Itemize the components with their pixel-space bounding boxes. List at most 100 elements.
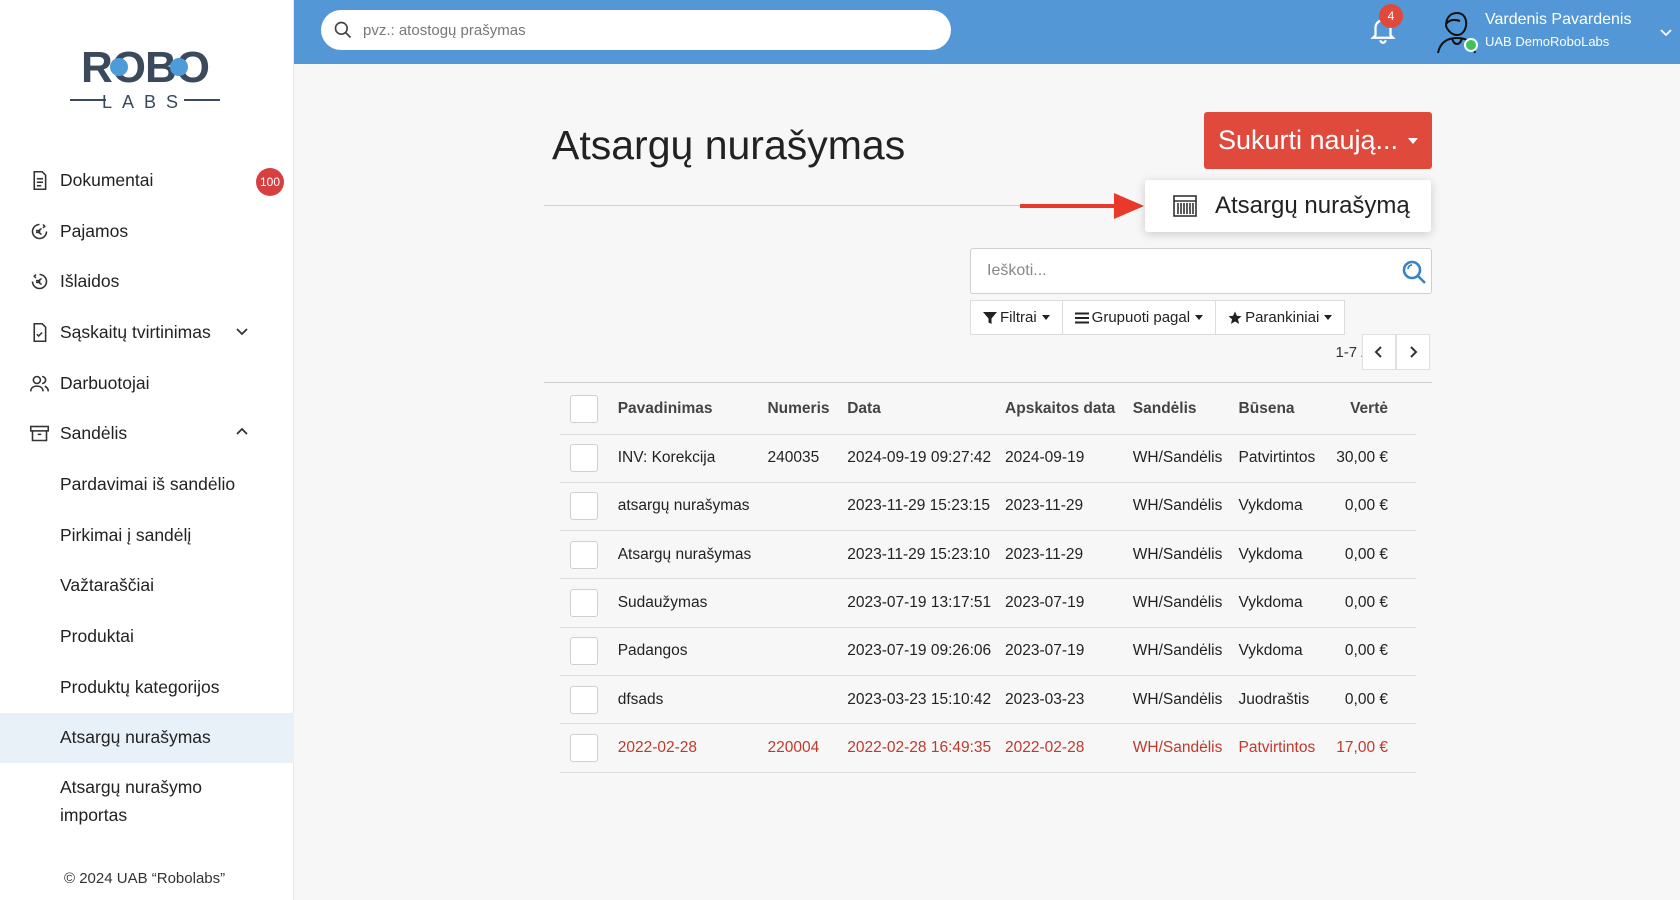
select-all-cell [560, 384, 618, 435]
sidebar-subitem-pardavimai[interactable]: Pardavimai iš sandėlio [0, 459, 294, 510]
chevron-right-icon [1410, 346, 1418, 358]
create-new-label: Sukurti naują... [1217, 125, 1399, 155]
sidebar-subitem-label: Atsargų nurašymo importas [60, 777, 203, 826]
dropdown-item-label: Atsargų nurašymą [1215, 192, 1410, 219]
sidebar-subitem-vaztarasciai[interactable]: Važtaraščiai [0, 561, 294, 612]
row-checkbox[interactable] [570, 589, 598, 618]
pager-next-button[interactable] [1396, 334, 1430, 370]
user-name[interactable]: Vardenis Pavardenis [1485, 11, 1631, 29]
table-cell: Vykdoma [1238, 482, 1337, 532]
sidebar-subitem-produktu-kategorijos[interactable]: Produktų kategorijos [0, 662, 294, 713]
row-checkbox[interactable] [570, 540, 598, 569]
row-select-cell [560, 675, 618, 725]
filters-button[interactable]: Filtrai [970, 300, 1063, 335]
table-cell: 2022-02-28 [617, 723, 768, 773]
global-search[interactable] [321, 10, 951, 50]
table-cell: Padangos [617, 627, 768, 676]
search-icon[interactable] [1401, 259, 1427, 285]
caret-down-icon [1195, 315, 1204, 320]
group-by-button[interactable]: Grupuoti pagal [1062, 300, 1217, 335]
list-search-input[interactable] [987, 262, 1387, 280]
chevron-down-icon[interactable] [234, 323, 250, 339]
table-cell: 30,00 € [1336, 434, 1416, 483]
column-header[interactable]: Apskaitos data [1005, 384, 1133, 435]
row-checkbox[interactable] [570, 685, 598, 714]
topbar: 4 Vardenis Pavardenis UAB DemoRoboLabs [294, 0, 1680, 64]
table-cell: Sudaužymas [617, 578, 768, 628]
dropdown-item-atsargu-nurasyma[interactable]: Atsargų nurašymą [1145, 180, 1431, 232]
sidebar-item-islaidos[interactable]: Išlaidos [0, 256, 294, 307]
chevron-up-icon[interactable] [234, 424, 250, 440]
filter-icon [983, 311, 997, 324]
table-cell: 2023-11-29 15:23:10 [847, 530, 1006, 580]
table-row[interactable]: Atsargų nurašymas 2023-11-29 15:23:10 2023… [560, 530, 1416, 580]
row-checkbox[interactable] [570, 444, 598, 473]
table-cell: 2023-11-29 15:23:15 [847, 482, 1006, 532]
sidebar-item-dokumentai[interactable]: Dokumentai 100 [0, 155, 294, 206]
chevron-down-icon[interactable] [1658, 24, 1674, 40]
sidebar-item-saskaitu-tvirtinimas[interactable]: Sąskaitų tvirtinimas [0, 307, 294, 358]
table-cell: Vykdoma [1238, 627, 1337, 676]
filter-toolbar: Filtrai Grupuoti pagal Parankiniai [970, 300, 1346, 335]
inventory-writeoff-table: Pavadinimas Numeris Data Apskaitos data … [560, 384, 1416, 773]
table-cell: INV: Korekcija [617, 434, 768, 483]
sidebar-item-sandelis[interactable]: Sandėlis [0, 408, 294, 459]
table-row[interactable]: 2022-02-28 220004 2022-02-28 16:49:35 2022-… [560, 723, 1416, 773]
list-search[interactable] [970, 248, 1432, 294]
sidebar: ROBO LABS Dokumentai 100 Pajamos Išlaido… [0, 0, 294, 900]
sidebar-subitem-produktai[interactable]: Produktai [0, 611, 294, 662]
caret-down-icon [1041, 315, 1050, 320]
user-company[interactable]: UAB DemoRoboLabs [1485, 34, 1609, 49]
pager-prev-button[interactable] [1362, 334, 1396, 370]
table-cell: Atsargų nurašymas [617, 530, 768, 580]
select-all-checkbox[interactable] [570, 394, 598, 423]
sidebar-item-label: Sąskaitų tvirtinimas [60, 321, 211, 342]
table-cell: 0,00 € [1336, 675, 1416, 725]
favorites-button[interactable]: Parankiniai [1216, 300, 1346, 335]
row-select-cell [560, 434, 618, 483]
table-cell [767, 578, 848, 628]
euro-income-icon [28, 220, 50, 242]
table-cell: 220004 [767, 723, 848, 773]
robolabs-logo[interactable]: ROBO LABS [68, 42, 222, 116]
table-row[interactable]: Sudaužymas 2023-07-19 13:17:51 2023-07-19 W… [560, 578, 1416, 628]
sidebar-item-label: Išlaidos [60, 271, 120, 292]
column-header[interactable]: Numeris [767, 384, 848, 435]
table-row[interactable]: dfsads 2023-03-23 15:10:42 2023-03-23 WH/Sa… [560, 675, 1416, 725]
row-checkbox[interactable] [570, 637, 598, 666]
table-cell: 2022-02-28 16:49:35 [847, 723, 1006, 773]
sidebar-subitem-atsargu-nurasymo-importas[interactable]: Atsargų nurašymo importas [0, 763, 294, 839]
table-cell [767, 530, 848, 580]
caret-down-icon [1324, 315, 1333, 320]
sidebar-item-darbuotojai[interactable]: Darbuotojai [0, 358, 294, 409]
column-header[interactable]: Data [847, 384, 1006, 435]
sidebar-item-pajamos[interactable]: Pajamos [0, 206, 294, 257]
table-cell: WH/Sandėlis [1132, 675, 1239, 725]
table-row[interactable]: atsargų nurašymas 2023-11-29 15:23:15 2023… [560, 482, 1416, 532]
chevron-left-icon [1374, 346, 1382, 358]
copyright: © 2024 UAB “Robolabs” [64, 870, 226, 887]
table-row[interactable]: Padangos 2023-07-19 09:26:06 2023-07-19 WH/… [560, 627, 1416, 676]
page-title: Atsargų nurašymas [552, 122, 906, 168]
row-select-cell [560, 723, 618, 773]
table-cell: WH/Sandėlis [1132, 530, 1239, 580]
users-icon [28, 372, 50, 394]
sidebar-subitem-pirkimai[interactable]: Pirkimai į sandėlį [0, 510, 294, 561]
table-row[interactable]: INV: Korekcija 240035 2024-09-19 09:27:42 2… [560, 434, 1416, 483]
row-checkbox[interactable] [570, 492, 598, 521]
sidebar-subitem-atsargu-nurasymas[interactable]: Atsargų nurašymas [0, 712, 294, 764]
sidebar-item-label: Dokumentai [60, 169, 154, 190]
global-search-input[interactable] [363, 21, 923, 39]
column-header[interactable]: Sandėlis [1132, 384, 1239, 435]
row-checkbox[interactable] [570, 733, 598, 762]
column-header[interactable]: Būsena [1238, 384, 1337, 435]
pointer-arrow-icon [1020, 193, 1144, 219]
table-cell [767, 482, 848, 532]
table-cell: 2024-09-19 [1005, 434, 1133, 483]
archive-icon [28, 423, 50, 445]
column-header[interactable]: Pavadinimas [617, 384, 768, 435]
create-new-button[interactable]: Sukurti naują... [1204, 112, 1432, 169]
star-icon [1228, 311, 1242, 324]
group-by-label: Grupuoti pagal [1091, 309, 1191, 326]
column-header[interactable]: Vertė [1336, 384, 1416, 435]
